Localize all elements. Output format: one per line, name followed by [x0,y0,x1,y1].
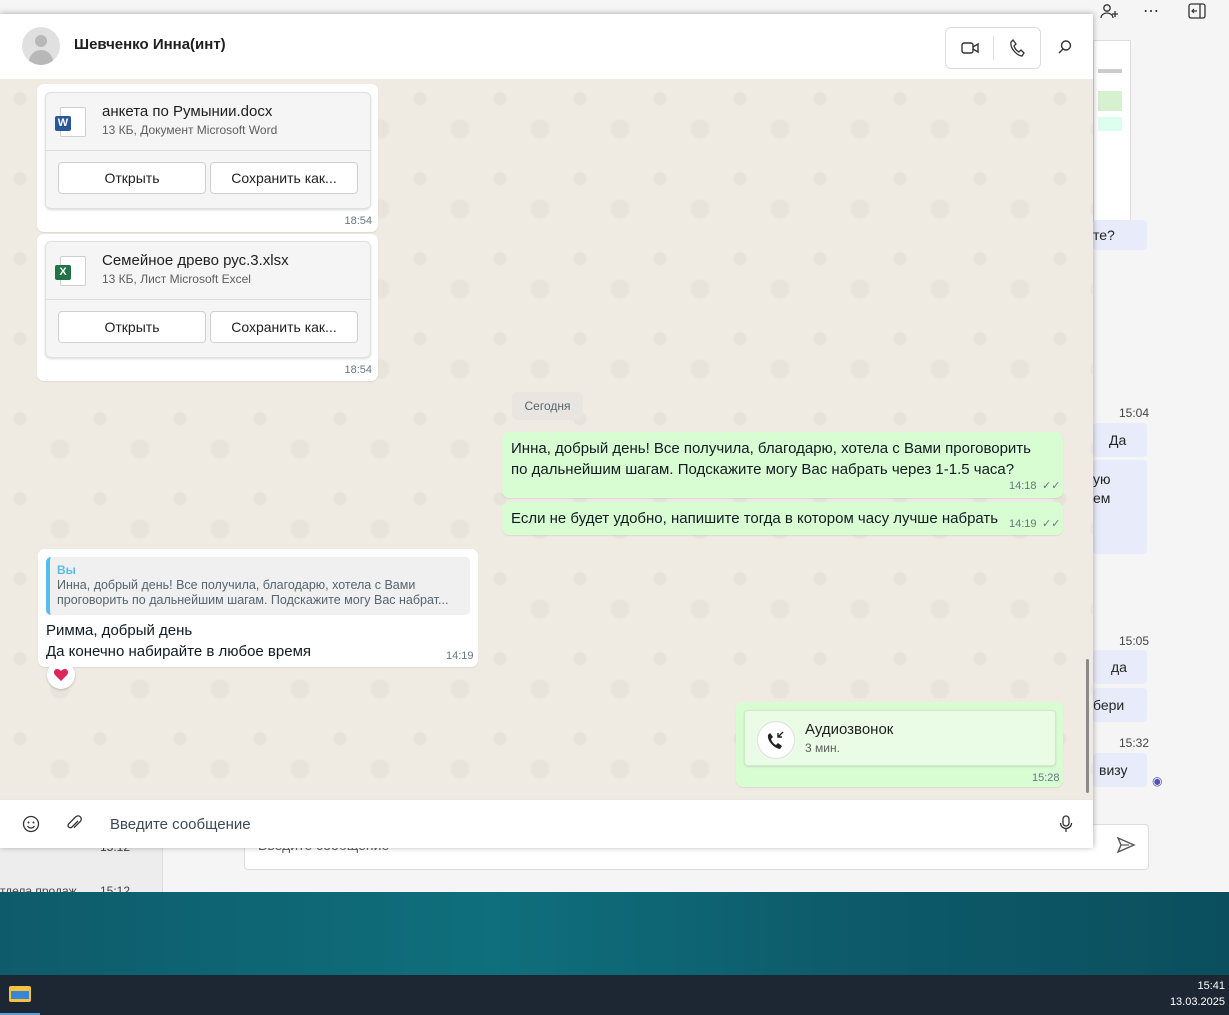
save-as-button[interactable]: Сохранить как... [210,311,358,343]
file-message: X Семейное древо рус.3.xlsx 13 КБ, Лист … [37,234,378,381]
bg-message: Да [1093,423,1147,457]
audio-call-button[interactable] [993,28,1040,68]
excel-file-icon: X [55,256,86,286]
file-card[interactable]: W анкета по Румынии.docx 13 КБ, Документ… [45,92,371,209]
bg-time: 15:32 [1119,736,1150,750]
date-separator: Сегодня [512,392,583,420]
bg-time: 15:05 [1119,634,1150,648]
quote-text: Инна, добрый день! Все получила, благода… [57,578,449,607]
bg-message: визу [1093,753,1147,787]
call-icon [757,721,795,759]
video-camera-icon [960,42,979,54]
bg-time: 15:04 [1119,406,1150,420]
people-add-icon[interactable] [1099,3,1121,21]
file-meta: 13 КБ, Лист Microsoft Excel [102,272,251,286]
incoming-reply-message[interactable]: Вы Инна, добрый день! Все получила, благ… [38,549,478,667]
call-duration: 3 мин. [805,741,840,755]
bg-message: те? [1093,220,1147,250]
message-time: 18:54 [344,215,372,227]
outgoing-message[interactable]: Инна, добрый день! Все получила, благода… [502,432,1063,498]
word-file-icon: W [55,107,86,137]
bg-message: бери [1093,688,1147,722]
microphone-icon [1059,815,1073,832]
emoji-button[interactable] [19,812,43,836]
send-icon[interactable] [1116,836,1136,859]
bg-message-text: те? [1093,227,1115,243]
heart-reaction[interactable] [47,661,75,689]
message-composer [0,799,1093,848]
folder-icon [9,986,31,1002]
file-name: Семейное древо рус.3.xlsx [102,252,289,269]
more-icon[interactable]: ⋯ [1140,3,1162,21]
paperclip-icon [67,815,82,829]
message-time: 14:18 [1009,480,1037,492]
message-time: 18:54 [344,364,372,376]
bg-message-text: да [1111,659,1127,675]
message-time: 14:19 [446,650,474,662]
read-ticks-icon: ✓✓ [1042,480,1061,492]
seen-eye-icon: ◉ [1152,774,1163,788]
bg-chat-list: 15:12 тдела продаж 15:12 [0,840,163,898]
bg-message-text: ую [1093,471,1111,487]
sidebar-icon[interactable] [1186,3,1208,21]
taskbar-clock[interactable]: 15:41 13.03.2025 [1170,978,1225,1010]
taskbar: 15:41 13.03.2025 [0,975,1229,1015]
bg-message: ую ем [1093,460,1147,554]
call-card[interactable]: Аудиозвонок 3 мин. [744,710,1056,766]
message-text: Да конечно набирайте в любое время [46,643,312,660]
message-time: 14:19 [1009,518,1037,530]
outgoing-message[interactable]: Если не будет удобно, напишите тогда в к… [502,502,1063,535]
clock-time: 15:41 [1197,980,1225,992]
search-icon [1058,40,1072,54]
open-file-button[interactable]: Открыть [58,311,206,343]
open-file-button[interactable]: Открыть [58,162,206,194]
heart-icon [53,669,69,681]
chat-scrollbar[interactable] [1086,659,1089,793]
clock-date: 13.03.2025 [1169,996,1225,1008]
file-card[interactable]: X Семейное древо рус.3.xlsx 13 КБ, Лист … [45,241,371,358]
file-explorer-button[interactable] [0,975,40,1015]
attach-button[interactable] [62,812,86,836]
bg-message-text: Да [1109,432,1127,448]
whatsapp-window: Шевченко Инна(инт) W анкета по Румынии.d… [0,14,1093,848]
bg-message-text: визу [1099,762,1128,778]
bg-message: да [1093,650,1147,684]
file-meta: 13 КБ, Документ Microsoft Word [102,123,278,137]
image-thumbnail[interactable] [1093,40,1131,222]
phone-icon [1009,39,1025,57]
save-as-button[interactable]: Сохранить как... [210,162,358,194]
word-badge: W [55,116,71,131]
file-name: анкета по Румынии.docx [102,103,273,120]
message-text: Римма, добрый день [46,622,193,639]
video-call-button[interactable] [946,28,993,68]
file-message: W анкета по Румынии.docx 13 КБ, Документ… [37,84,378,232]
phone-incoming-icon [767,731,784,749]
excel-badge: X [55,265,71,280]
chat-area: W анкета по Румынии.docx 13 КБ, Документ… [0,79,1093,799]
desktop-wallpaper [0,892,1229,975]
smiley-icon [22,815,40,833]
quoted-message[interactable]: Вы Инна, добрый день! Все получила, благ… [46,557,470,615]
search-button[interactable] [1050,36,1080,58]
contact-name[interactable]: Шевченко Инна(инт) [74,36,226,53]
avatar[interactable] [22,27,60,65]
quote-author: Вы [57,563,76,577]
message-text: Если не будет удобно, напишите тогда в к… [511,510,999,527]
chat-header: Шевченко Инна(инт) [0,14,1093,80]
message-input[interactable] [108,810,1032,838]
bg-message-text: бери [1093,697,1125,713]
voice-message-button[interactable] [1054,812,1078,836]
call-title: Аудиозвонок [805,721,894,738]
call-message[interactable]: Аудиозвонок 3 мин. 15:28 [736,702,1063,787]
message-text: Инна, добрый день! Все получила, благода… [511,440,1031,478]
read-ticks-icon: ✓✓ [1042,518,1061,530]
bg-message-text: ем [1093,490,1111,506]
message-time: 15:28 [1032,772,1060,784]
call-buttons-group [945,27,1041,69]
